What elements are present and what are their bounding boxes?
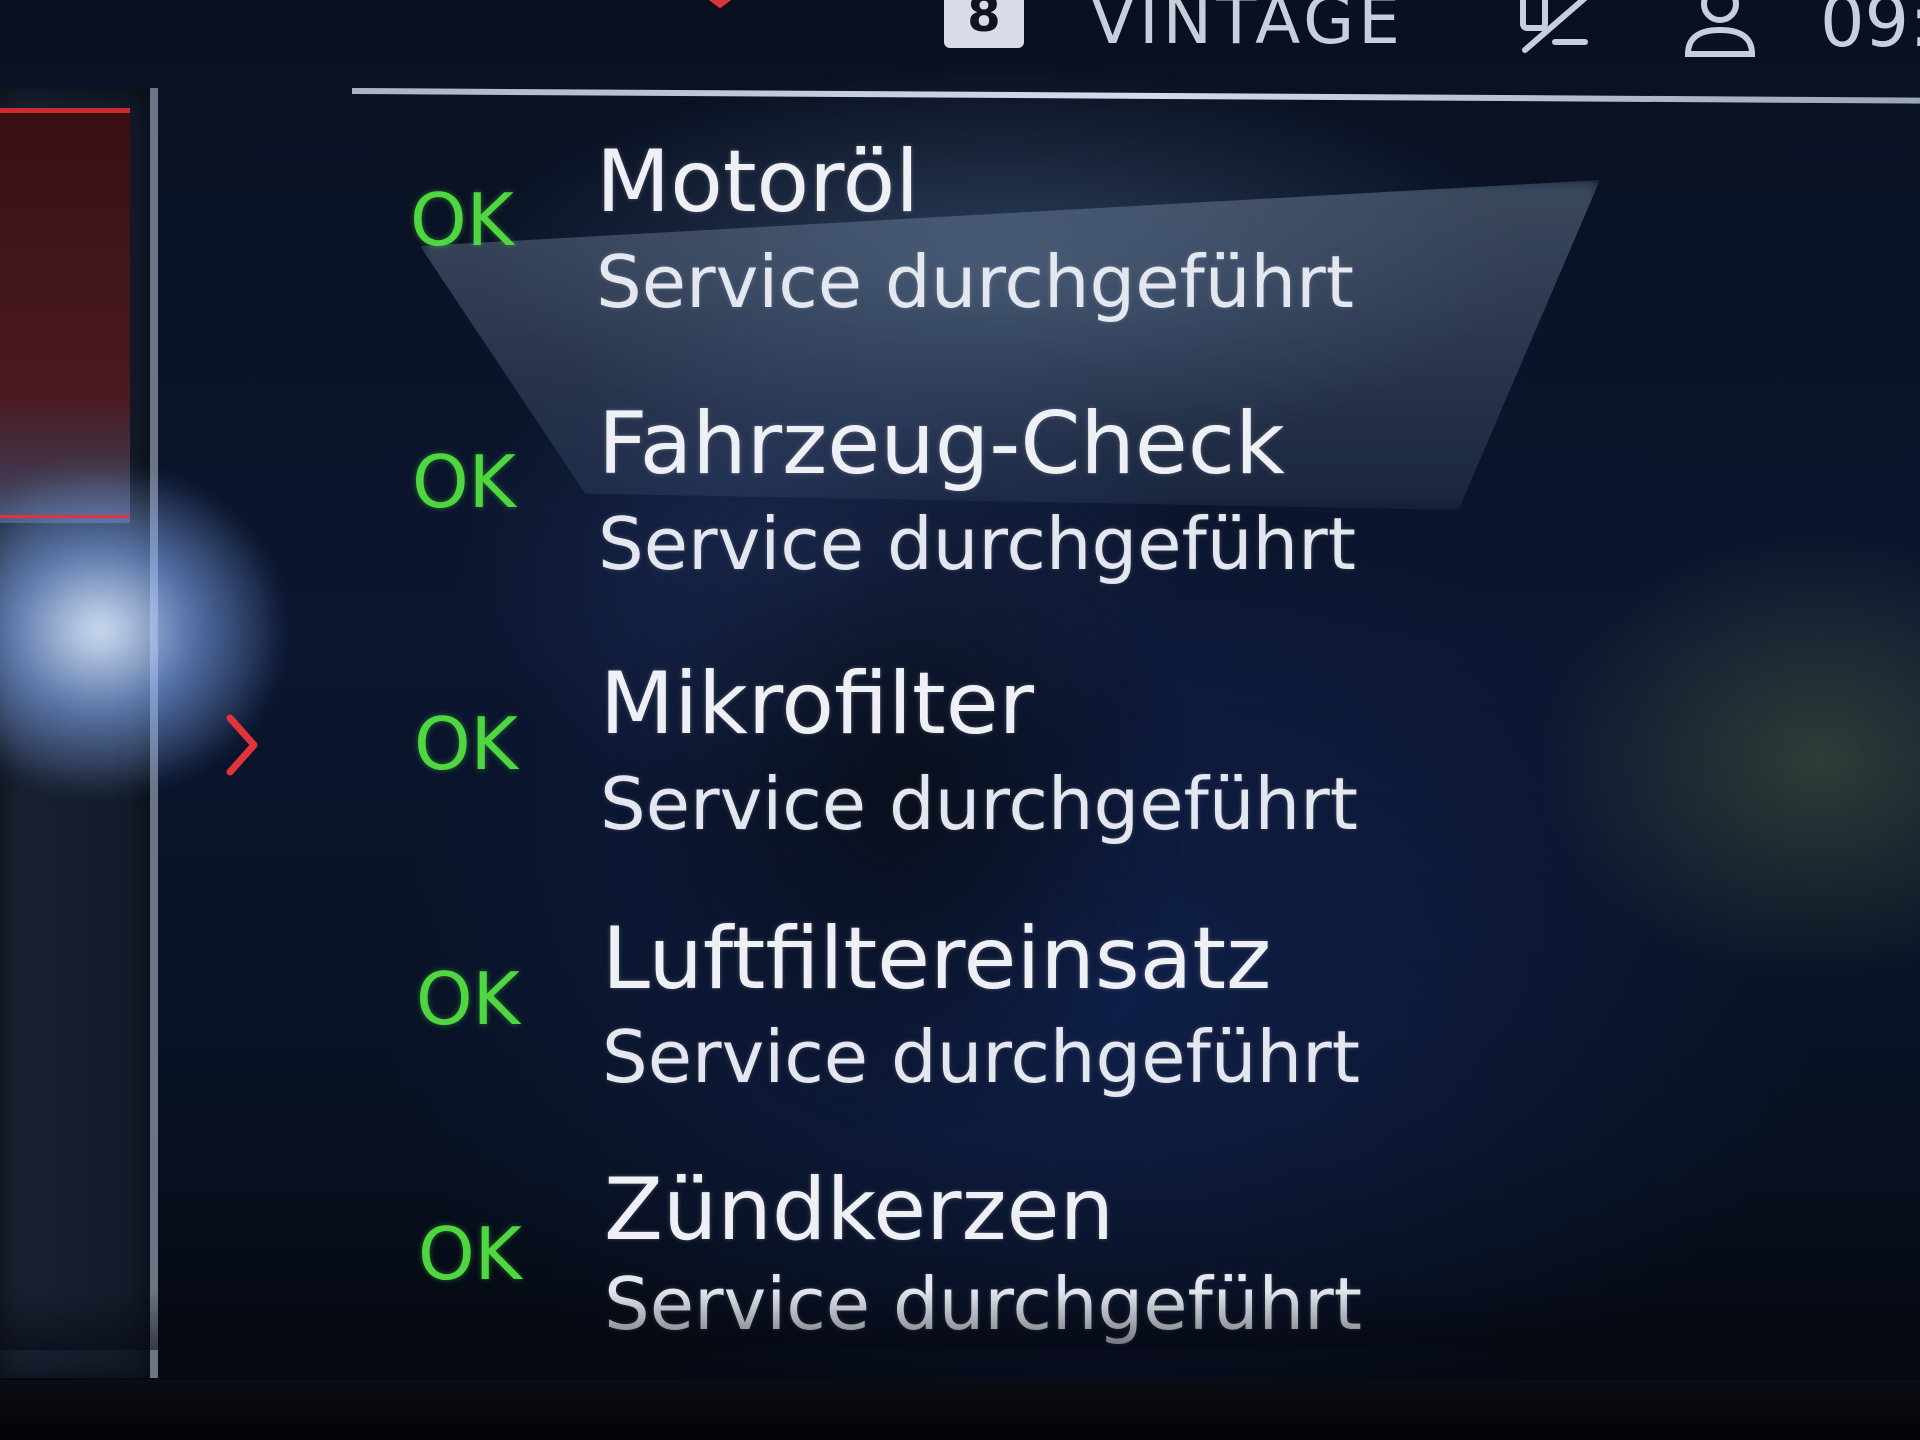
service-item-title: Fahrzeug-Check <box>598 394 1285 494</box>
idrive-display: 8 VINTAGE 09: OK Motoröl Service durchge… <box>0 0 1920 1440</box>
ok-status-badge: OK <box>414 702 518 786</box>
service-item-status: Service durchgeführt <box>600 762 1359 846</box>
service-item-status: Service durchgeführt <box>596 240 1355 324</box>
service-list: OK Motoröl Service durchgeführt OK Fahrz… <box>0 0 1920 1440</box>
list-item-zuendkerzen[interactable]: OK Zündkerzen Service durchgeführt <box>418 1158 1518 1398</box>
service-item-status: Service durchgeführt <box>598 502 1357 586</box>
ok-status-badge: OK <box>416 957 520 1041</box>
service-item-status: Service durchgeführt <box>604 1262 1363 1346</box>
list-item-luftfiltereinsatz[interactable]: OK Luftfiltereinsatz Service durchgeführ… <box>416 905 1516 1145</box>
ok-status-badge: OK <box>418 1212 522 1296</box>
ok-status-badge: OK <box>412 440 516 524</box>
service-item-title: Mikrofilter <box>600 654 1035 754</box>
service-item-title: Motoröl <box>596 132 920 232</box>
list-item-mikrofilter[interactable]: OK Mikrofilter Service durchgeführt <box>414 650 1514 890</box>
service-item-title: Zündkerzen <box>604 1160 1115 1260</box>
ok-status-badge: OK <box>410 178 514 262</box>
service-item-title: Luftfiltereinsatz <box>602 909 1272 1009</box>
service-item-status: Service durchgeführt <box>602 1015 1361 1099</box>
list-item-motoroel[interactable]: OK Motoröl Service durchgeführt <box>410 130 1510 370</box>
screen-bezel <box>0 1380 1920 1440</box>
list-item-fahrzeug-check[interactable]: OK Fahrzeug-Check Service durchgeführt <box>412 390 1512 630</box>
